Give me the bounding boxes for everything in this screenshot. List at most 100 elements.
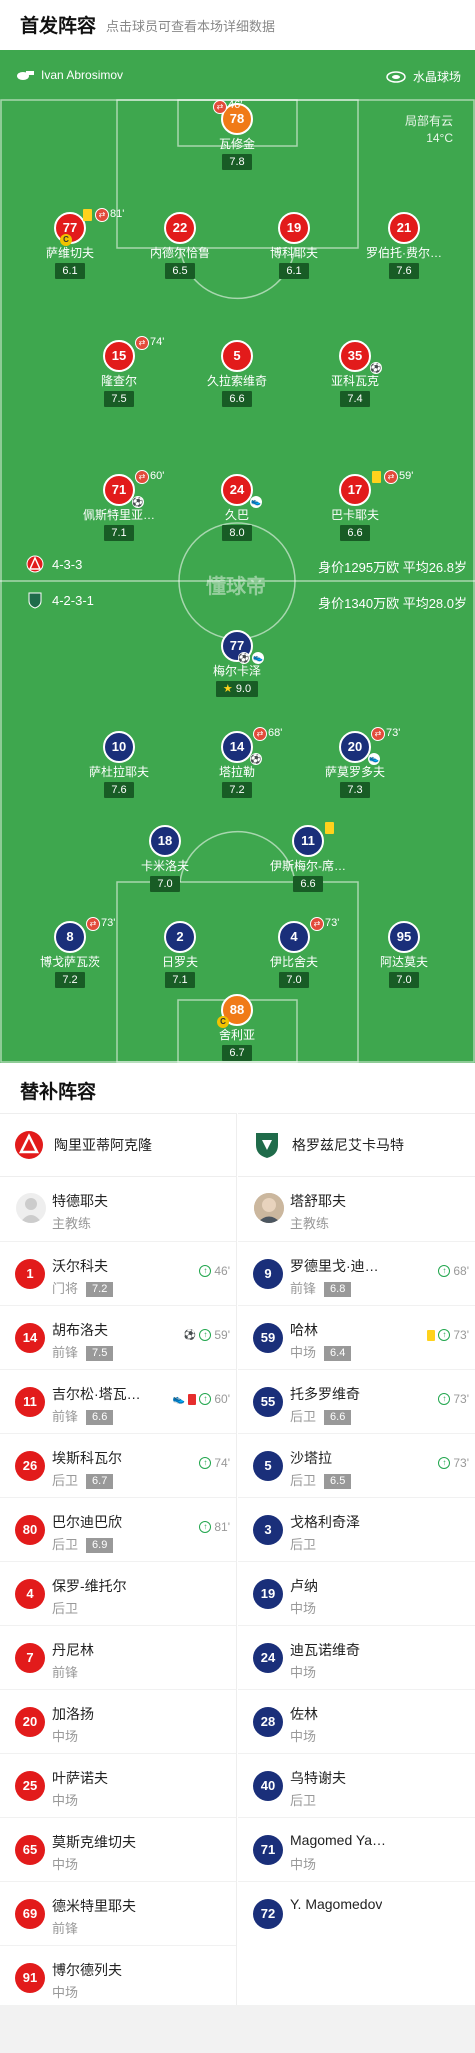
player-name: 罗伯托·费尔… (366, 246, 442, 260)
sub-name: 叶萨诺夫 (52, 1770, 108, 1786)
player-name: 博科耶夫 (269, 246, 318, 260)
sub-row[interactable]: 91 博尔德列夫 中场 (0, 1945, 236, 2009)
home-player-35[interactable]: 35 ⚽ 亚科瓦克 7.4 (300, 340, 410, 407)
home-player-71[interactable]: 71 ⇄ 60' ⚽ 佩斯特里亚… 7.1 (64, 470, 174, 541)
sub-time: 74' (150, 336, 165, 348)
home-team-row[interactable]: 陶里亚蒂阿克隆 (0, 1113, 236, 1177)
home-coach[interactable]: 特德耶夫 主教练 (0, 1177, 236, 1241)
sub-in-time: 81' (214, 1520, 230, 1534)
away-player-14[interactable]: 14 ⇄ 68' ⚽ 塔拉勒 7.2 (182, 727, 292, 798)
away-player-11[interactable]: 11 伊斯梅尔-席… 6.6 (253, 822, 363, 892)
home-player-21[interactable]: 21 罗伯托·费尔… 7.6 (349, 212, 459, 279)
home-player-24[interactable]: 24 👟 久巴 8.0 (182, 474, 292, 541)
sub-row[interactable]: 19 卢纳 中场 (238, 1561, 475, 1625)
sub-row[interactable]: 40 乌特谢夫 后卫 (238, 1753, 475, 1817)
sub-out-icon: ⇄ (86, 917, 100, 931)
home-player-19[interactable]: 19 博科耶夫 6.1 (239, 212, 349, 279)
sub-name: 乌特谢夫 (290, 1770, 346, 1786)
sub-number: 7 (15, 1643, 45, 1673)
sub-row[interactable]: 55 托多罗维奇 后卫 6.6 ↑ 73' (238, 1369, 475, 1433)
player-rating: 7.1 (165, 972, 195, 988)
sub-time: 59' (399, 470, 414, 482)
away-player-20[interactable]: 20 ⇄ 73' 👟 萨莫罗多夫 7.3 (300, 727, 410, 798)
player-rating: 6.6 (222, 391, 252, 407)
sub-row[interactable]: 71 Magomed Ya… 中场 (238, 1817, 475, 1881)
player-number: 22 (164, 212, 196, 244)
away-team-row[interactable]: 格罗兹尼艾卡马特 (238, 1113, 475, 1177)
home-player-22[interactable]: 22 内德尔恰鲁 6.5 (125, 212, 235, 279)
sub-in: ↑ 68' (438, 1264, 469, 1278)
sub-in-time: 73' (453, 1392, 469, 1406)
sub-row[interactable]: 7 丹尼林 前锋 (0, 1625, 236, 1689)
sub-in-icon: ↑ (199, 1521, 212, 1533)
sub-row[interactable]: 26 埃斯科瓦尔 后卫 6.7 ↑ 74' (0, 1433, 236, 1497)
player-number: 71 (103, 474, 135, 506)
goal-ball-icon: ⚽ (132, 496, 144, 508)
sub-name: 哈林 (290, 1322, 318, 1338)
sub-number: 72 (253, 1899, 283, 1929)
sub-row[interactable]: 1 沃尔科夫 门将 7.2 ↑ 46' (0, 1241, 236, 1305)
sub-name: 戈格利奇泽 (290, 1514, 360, 1530)
sub-name: 巴尔迪巴欣 (52, 1514, 122, 1530)
sub-in-time: 73' (453, 1328, 469, 1342)
home-formation: 4-3-3 (52, 556, 83, 572)
player-number: 2 (164, 921, 196, 953)
home-player-15[interactable]: 15 ⇄ 74' 隆查尔 7.5 (64, 336, 174, 407)
away-player-2[interactable]: 2 日罗夫 7.1 (125, 921, 235, 988)
sub-rating: 6.7 (86, 1474, 114, 1489)
sub-out-icon: ⇄ (371, 727, 385, 741)
sub-in-time: 46' (214, 1264, 230, 1278)
coach-avatar (254, 1193, 284, 1223)
sub-row[interactable]: 72 Y. Magomedov (238, 1881, 475, 1945)
sub-row[interactable]: 5 沙塔拉 后卫 6.5 ↑ 73' (238, 1433, 475, 1497)
away-coach[interactable]: 塔舒耶夫 主教练 (238, 1177, 475, 1241)
sub-rating: 6.8 (324, 1282, 352, 1297)
away-player-88[interactable]: 88 C 舍利亚 6.7 (182, 994, 292, 1061)
lineup-title: 首发阵容 (20, 16, 97, 37)
sub-number: 25 (15, 1771, 45, 1801)
assist-boot-icon: 👟 (252, 652, 264, 664)
sub-row[interactable]: 25 叶萨诺夫中场 (0, 1753, 236, 1817)
player-name: 久巴 (224, 508, 249, 522)
sub-row[interactable]: 69 德米特里耶夫 前锋 (0, 1881, 236, 1945)
sub-row[interactable]: 14 胡布洛夫 前锋 7.5 ⚽ ↑ 59' (0, 1305, 236, 1369)
player-rating: 7.6 (104, 782, 134, 798)
sub-row[interactable]: 80 巴尔迪巴欣 后卫 6.9 ↑ 81' (0, 1497, 236, 1561)
away-player-4[interactable]: 4 ⇄ 73' 伊比舍夫 7.0 (239, 917, 349, 988)
sub-in: ↑ 73' (427, 1328, 469, 1342)
away-player-18[interactable]: 18 卡米洛夫 7.0 (110, 825, 220, 892)
sub-rating: 6.6 (324, 1410, 352, 1425)
home-player-17[interactable]: 17 ⇄ 59' 巴卡耶夫 6.6 (300, 470, 413, 541)
sub-in-icon: ↑ (199, 1457, 212, 1469)
person-icon (20, 1198, 42, 1223)
sub-number: 28 (253, 1707, 283, 1737)
player-rating: 6.7 (222, 1045, 252, 1061)
home-player-77[interactable]: 77 ⇄ 81' C 萨维切夫 6.1 (15, 208, 125, 279)
away-player-8[interactable]: 8 ⇄ 73' 博戈萨瓦茨 7.2 (15, 917, 125, 988)
player-number: 10 (103, 731, 135, 763)
sub-out-icon: ⇄ (384, 470, 398, 484)
sub-row[interactable]: 28 佐林 中场 (238, 1689, 475, 1753)
away-player-10[interactable]: 10 萨杜拉耶夫 7.6 (64, 731, 174, 798)
sub-position: 中场 (52, 1793, 79, 1808)
assist-boot-icon: 👟 (172, 1393, 186, 1405)
player-rating: 6.1 (55, 263, 85, 279)
sub-position: 后卫 (290, 1473, 317, 1488)
sub-row[interactable]: 9 罗德里戈·迪… 前锋 6.8 ↑ 68' (238, 1241, 475, 1305)
sub-row[interactable]: 59 哈林 中场 6.4 ↑ 73' (238, 1305, 475, 1369)
sub-row[interactable]: 24 迪瓦诺维奇 中场 (238, 1625, 475, 1689)
sub-row[interactable]: 20 加洛扬 中场 (0, 1689, 236, 1753)
home-player-78[interactable]: 78 ⇄ 46' 瓦修金 7.8 (182, 99, 292, 170)
away-formation: 4-2-3-1 (52, 592, 94, 608)
sub-in: ↑ 74' (199, 1456, 230, 1470)
away-player-77[interactable]: 77 ⚽ 👟 梅尔卡泽 ★ 9.0 (182, 630, 292, 697)
sub-row[interactable]: 65 莫斯克维切夫 中场 (0, 1817, 236, 1881)
sub-position: 后卫 (290, 1409, 317, 1424)
away-player-95[interactable]: 95 阿达莫夫 7.0 (349, 921, 459, 988)
sub-row[interactable]: 4 保罗-维托尔 后卫 (0, 1561, 236, 1625)
home-player-5[interactable]: 5 久拉索维奇 6.6 (182, 340, 292, 407)
away-team-logo-icon (28, 592, 42, 609)
sub-row[interactable]: 11 吉尔松·塔瓦… 前锋 6.6 👟 ↑ 60' (0, 1369, 236, 1433)
sub-row[interactable]: 3 戈格利奇泽 后卫 (238, 1497, 475, 1561)
sub-position: 后卫 (52, 1601, 79, 1616)
